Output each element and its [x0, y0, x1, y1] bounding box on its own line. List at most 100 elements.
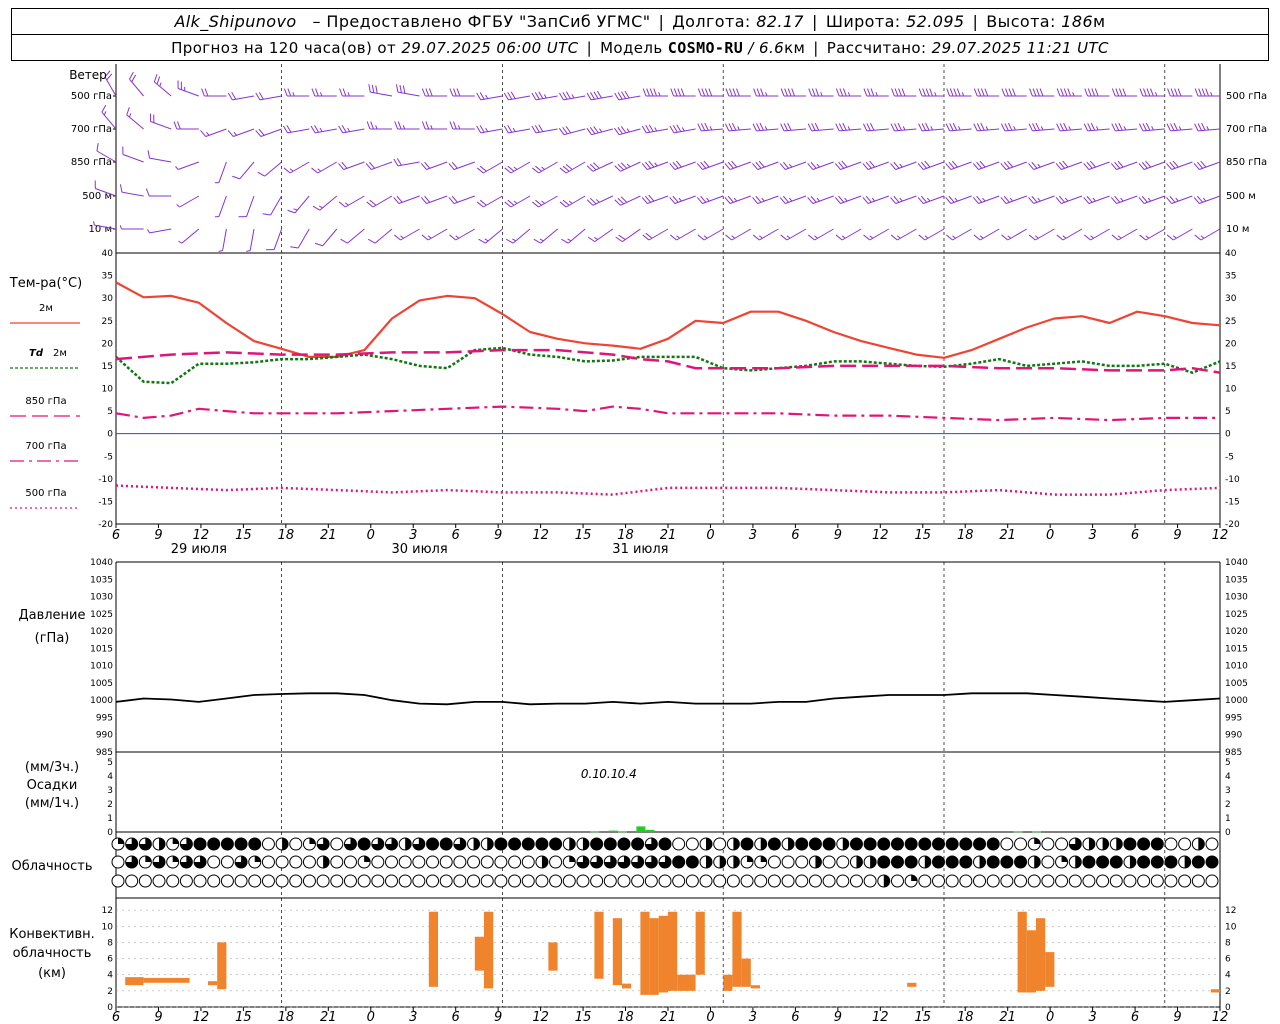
wind-barb-flag	[1089, 160, 1096, 168]
wind-barb-flag	[949, 88, 954, 97]
cloud-fill	[631, 838, 644, 850]
wind-barb-flag	[479, 92, 485, 100]
wind-barb-flag	[1166, 234, 1174, 241]
wind-barb-flag	[1175, 197, 1179, 202]
cloud-fill	[959, 856, 972, 868]
precip-y-tick: 2	[107, 800, 113, 810]
cloud-fill	[747, 856, 754, 862]
wind-barb-flag	[866, 123, 871, 131]
wind-barb-flag	[1063, 88, 1068, 97]
wind-barb-flag	[1173, 122, 1178, 131]
wind-barb-flag	[1197, 195, 1204, 203]
wind-barb-flag	[1013, 126, 1016, 131]
wind-barb-flag	[952, 122, 958, 131]
wind-barb-flag	[1056, 88, 1061, 97]
wind-barb-flag	[984, 88, 989, 97]
wind-barb-flag	[1028, 234, 1036, 241]
precip-annotation: 0.1	[599, 767, 618, 781]
cloud-symbol	[343, 874, 357, 888]
wind-barb-flag	[565, 126, 572, 134]
wind-title: Ветер	[69, 68, 107, 82]
wind-barb-flag	[810, 161, 817, 169]
wind-barb-flag	[430, 125, 433, 130]
wind-barb-flag	[901, 88, 906, 97]
hour-tick-label: 18	[617, 1010, 634, 1024]
wind-barb-flag	[808, 88, 813, 97]
cloud-symbol	[890, 874, 904, 888]
cloud-symbol	[234, 874, 248, 888]
wind-barb-flag	[753, 88, 757, 97]
wind-barb-flag	[1146, 88, 1151, 97]
wind-barb-flag	[973, 88, 978, 97]
wind-barb-flag	[314, 242, 323, 247]
wind-barb-flag	[258, 128, 265, 136]
wind-barb-flag	[341, 161, 348, 169]
wind-barb-flag	[1092, 197, 1096, 202]
cloud-symbol	[986, 874, 1000, 888]
wind-barb-flag	[402, 85, 406, 94]
wind-barb-flag	[317, 168, 322, 172]
pressure-y-tick: 1005	[1225, 679, 1248, 689]
cloud-symbol	[467, 855, 481, 869]
wind-barb-flag	[1110, 197, 1117, 204]
wind-barb-flag	[676, 124, 682, 132]
wind-barb-flag	[779, 163, 786, 170]
day-label: 29 июля	[171, 542, 227, 557]
convective-bar	[732, 911, 742, 987]
wind-barb-flag	[128, 113, 132, 118]
wind-barb-flag	[1154, 92, 1158, 97]
wind-barb-flag	[368, 84, 371, 93]
wind-barb-flag	[807, 163, 814, 170]
wind-barb-flag	[1206, 126, 1210, 131]
pressure-y-tick: 1010	[1225, 662, 1248, 672]
day-label: 30 июля	[391, 542, 447, 557]
wind-barb-flag	[1034, 235, 1039, 239]
wind-barb-flag	[724, 123, 730, 132]
cloud-symbol	[945, 874, 959, 888]
cloud-fill	[1151, 838, 1164, 850]
wind-barb-flag	[1193, 163, 1200, 170]
cloud-fill	[549, 838, 562, 850]
wind-barb-flag	[946, 88, 951, 97]
cloud-symbol	[795, 874, 809, 888]
wind-barb-flag	[1194, 123, 1199, 132]
cloud-symbol	[863, 874, 877, 888]
precip-annotation: 0.4	[618, 767, 637, 781]
cloud-fill	[659, 838, 671, 850]
cloud-symbol	[740, 874, 754, 888]
wind-barb-flag	[729, 88, 733, 97]
wind-barb	[122, 154, 144, 163]
wind-barb-flag	[731, 122, 737, 131]
wind-barb-flag	[807, 197, 814, 204]
wind-barb-flag	[700, 195, 707, 203]
wind-barb-flag	[1007, 122, 1013, 131]
wind-barb-flag	[1032, 88, 1037, 97]
wind-barb-flag	[218, 250, 223, 252]
convective-y-tick: 4	[107, 971, 113, 981]
cloud-fill	[932, 838, 945, 850]
wind-barb-flag	[946, 234, 953, 241]
wind-barb-flag	[599, 128, 603, 133]
wind-barb-flag	[658, 92, 661, 97]
hour-tick-label: 15	[235, 528, 252, 543]
cloud-title: Облачность	[11, 859, 93, 874]
wind-barb-flag	[1008, 88, 1013, 97]
precip-bar	[618, 831, 627, 833]
wind-barb-flag	[1032, 123, 1037, 131]
wind-level-label: 500 м	[1226, 191, 1256, 202]
wind-barb-flag	[394, 234, 401, 241]
wind-barb-flag	[865, 195, 872, 203]
cloud-fill	[973, 838, 986, 850]
cloud-symbol	[959, 874, 973, 888]
cloud-fill	[870, 856, 877, 868]
cloud-symbol	[767, 855, 781, 869]
precip-bar	[608, 830, 618, 832]
cloud-symbol	[918, 874, 932, 888]
temp-y-tick: 20	[1225, 339, 1237, 349]
cloud-fill	[426, 838, 439, 850]
temp-y-tick: -20	[1225, 520, 1240, 530]
precip-y-tick: 1	[107, 814, 113, 824]
wind-barb-flag	[145, 188, 150, 197]
wind-barb-flag	[783, 123, 789, 131]
wind-barb-flag	[1062, 160, 1069, 168]
